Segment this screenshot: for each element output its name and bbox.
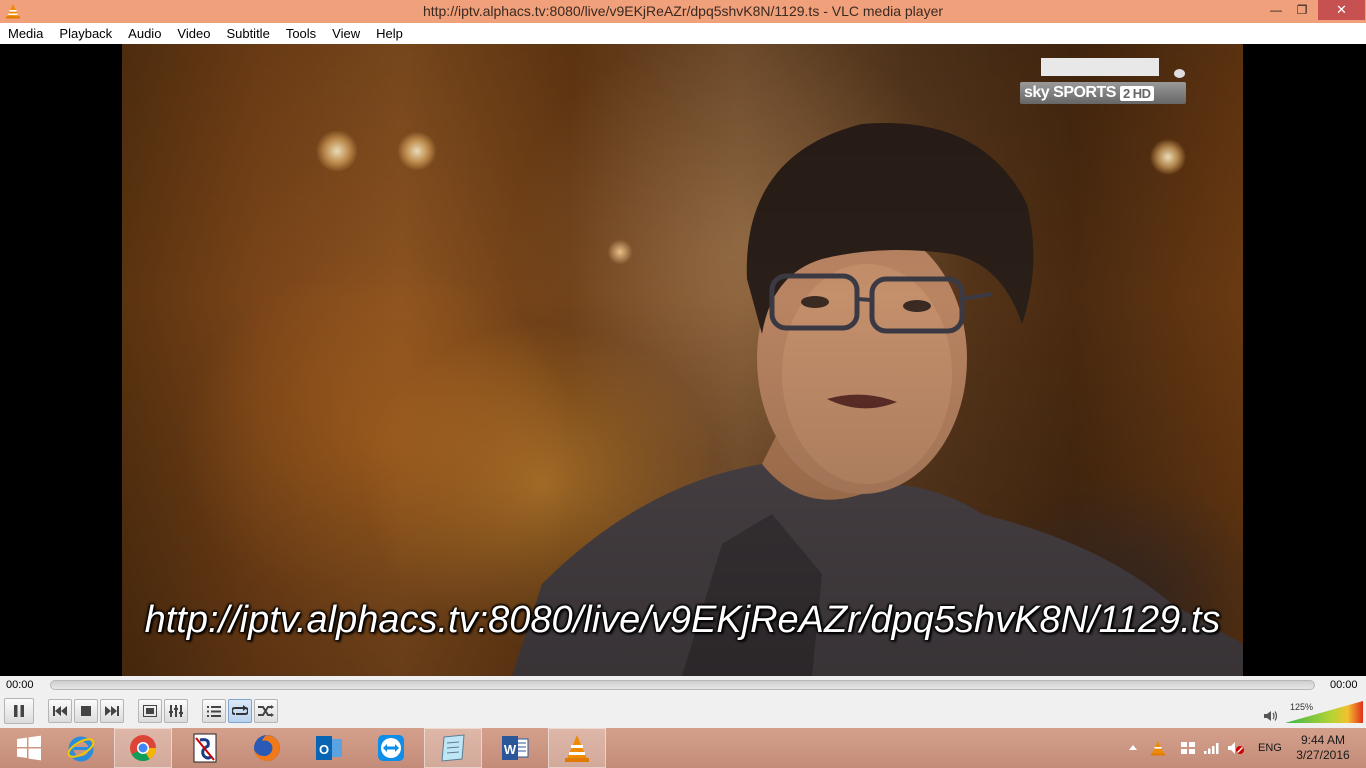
menu-view[interactable]: View	[332, 26, 360, 41]
vlc-icon	[565, 735, 589, 762]
stop-icon	[81, 706, 91, 716]
volume-muted-icon	[1228, 742, 1244, 754]
tray-volume[interactable]	[1228, 728, 1246, 768]
minimize-button[interactable]: —	[1263, 0, 1289, 20]
volume-slider[interactable]	[1285, 701, 1363, 723]
previous-button[interactable]	[48, 699, 72, 723]
loop-button[interactable]	[228, 699, 252, 723]
window-title: http://iptv.alphacs.tv:8080/live/v9EKjRe…	[422, 3, 944, 19]
playlist-icon	[207, 705, 221, 717]
seek-slider[interactable]	[50, 680, 1315, 690]
shuffle-button[interactable]	[254, 699, 278, 723]
pause-button[interactable]	[4, 698, 34, 724]
extended-settings-button[interactable]	[164, 699, 188, 723]
taskbar-firefox[interactable]	[238, 728, 296, 768]
stop-button[interactable]	[74, 699, 98, 723]
teamviewer-icon	[378, 735, 404, 761]
tray-vlc[interactable]	[1150, 728, 1166, 768]
next-button[interactable]	[100, 699, 124, 723]
video-shade-overlay	[122, 44, 1243, 676]
pause-icon	[14, 705, 24, 717]
close-button[interactable]: ✕	[1318, 0, 1365, 20]
svg-text:O: O	[319, 742, 329, 757]
tray-action-center[interactable]	[1180, 728, 1196, 768]
equalizer-icon	[169, 705, 183, 717]
channel-logo-strip	[1041, 58, 1159, 76]
internet-explorer-icon	[67, 736, 95, 762]
tray-network[interactable]	[1204, 728, 1220, 768]
firefox-icon	[254, 735, 280, 761]
windows-start-icon	[17, 735, 41, 761]
fullscreen-icon	[143, 705, 157, 717]
video-area[interactable]: sky SPORTS 2 HD http://iptv.alphacs.tv:8…	[0, 44, 1366, 676]
next-icon	[105, 706, 119, 716]
shuffle-icon	[258, 705, 274, 717]
app-icon	[193, 733, 217, 763]
video-frame: sky SPORTS 2 HD http://iptv.alphacs.tv:8…	[122, 44, 1243, 676]
word-icon: W	[502, 736, 529, 760]
taskbar-app[interactable]	[176, 728, 234, 768]
notepad-icon	[441, 734, 465, 762]
taskbar-notepad[interactable]	[424, 728, 482, 768]
channel-logo-text: sky SPORTS	[1024, 84, 1116, 101]
start-button[interactable]	[0, 728, 58, 768]
outlook-icon: O	[316, 736, 342, 760]
menu-audio[interactable]: Audio	[128, 26, 161, 41]
channel-logo-badge: 2 HD	[1119, 85, 1154, 101]
chevron-up-icon	[1129, 745, 1137, 750]
network-signal-icon	[1204, 743, 1219, 754]
menu-tools[interactable]: Tools	[286, 26, 316, 41]
restore-button[interactable]: ❐	[1289, 0, 1315, 20]
vlc-tray-icon	[1151, 741, 1165, 756]
action-center-icon	[1181, 742, 1195, 754]
menu-playback[interactable]: Playback	[59, 26, 112, 41]
channel-logo-dot	[1174, 69, 1185, 78]
menu-help[interactable]: Help	[376, 26, 403, 41]
menu-subtitle[interactable]: Subtitle	[226, 26, 269, 41]
control-bar: 125%	[0, 696, 1366, 728]
speaker-icon[interactable]	[1264, 710, 1278, 722]
tray-show-hidden[interactable]	[1128, 728, 1138, 768]
previous-icon	[53, 706, 67, 716]
playlist-button[interactable]	[202, 699, 226, 723]
taskbar-outlook[interactable]: O	[300, 728, 358, 768]
taskbar-clock[interactable]: 9:44 AM 3/27/2016	[1293, 733, 1353, 763]
taskbar-internet-explorer[interactable]	[52, 728, 110, 768]
fullscreen-button[interactable]	[138, 699, 162, 723]
menu-video[interactable]: Video	[177, 26, 210, 41]
total-time[interactable]: 00:00	[1330, 679, 1358, 691]
clock-date: 3/27/2016	[1296, 748, 1350, 762]
input-language[interactable]: ENG	[1258, 728, 1282, 768]
taskbar-chrome[interactable]	[114, 728, 172, 768]
taskbar-word[interactable]: W	[486, 728, 544, 768]
chrome-icon	[130, 735, 157, 762]
seek-row: 00:00 00:00	[0, 676, 1366, 696]
elapsed-time[interactable]: 00:00	[6, 679, 34, 691]
menu-media[interactable]: Media	[8, 26, 43, 41]
loop-icon	[232, 705, 248, 715]
channel-logo: sky SPORTS 2 HD	[1020, 82, 1186, 104]
clock-time: 9:44 AM	[1300, 733, 1346, 747]
menu-bar: Media Playback Audio Video Subtitle Tool…	[0, 23, 1366, 44]
title-bar: http://iptv.alphacs.tv:8080/live/v9EKjRe…	[0, 0, 1366, 23]
svg-text:W: W	[504, 742, 517, 757]
taskbar-vlc[interactable]	[548, 728, 606, 768]
taskbar-teamviewer[interactable]	[362, 728, 420, 768]
taskbar: O W ENG 9:44 AM 3/27/2016	[0, 728, 1366, 768]
osd-stream-url: http://iptv.alphacs.tv:8080/live/v9EKjRe…	[144, 599, 1221, 641]
